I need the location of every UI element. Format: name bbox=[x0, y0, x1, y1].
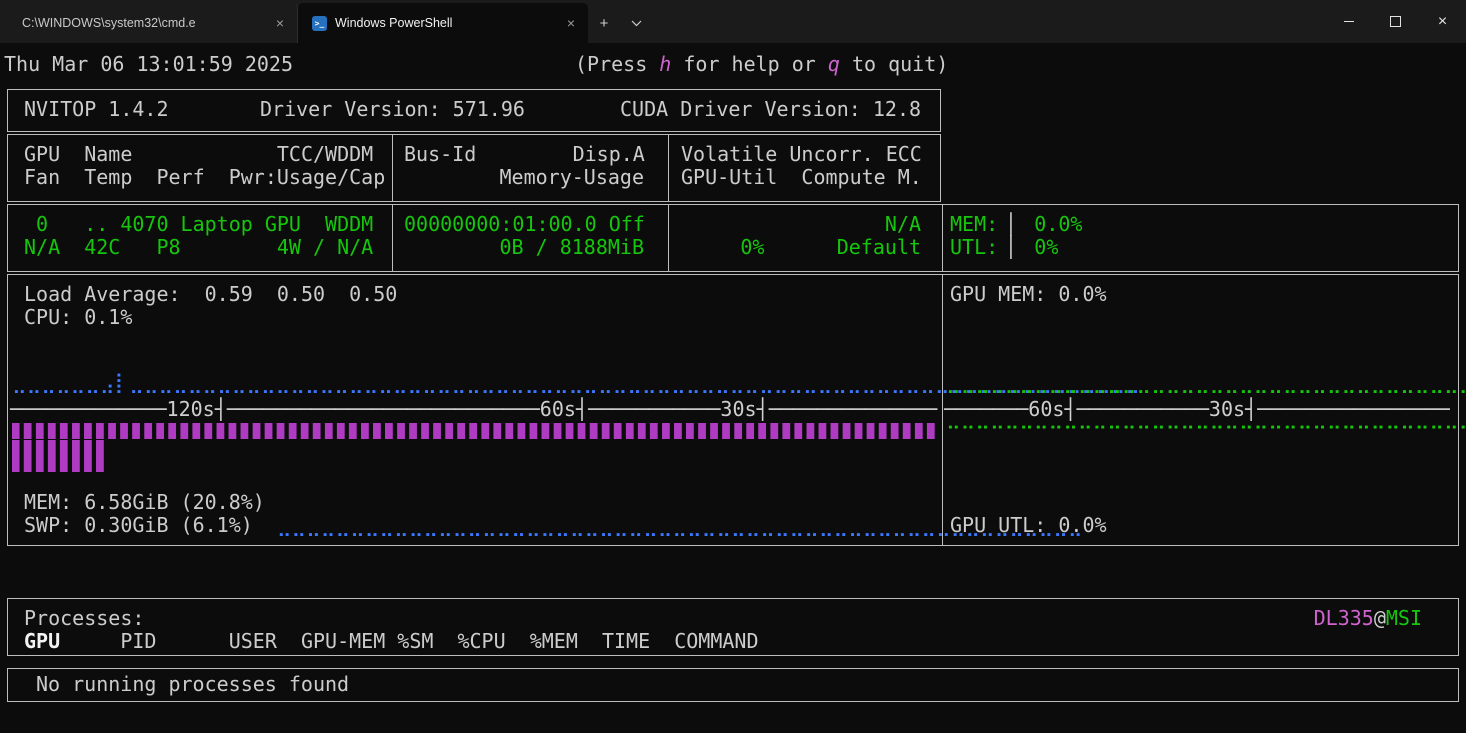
powershell-icon: >_ bbox=[312, 15, 327, 31]
gpu-header-memory: Memory-Usage bbox=[499, 165, 645, 189]
gpu-header-util: GPU-Util Compute M. bbox=[681, 165, 922, 189]
maximize-button[interactable] bbox=[1372, 0, 1419, 43]
gpu-utl-gauge-label: UTL: bbox=[950, 235, 1011, 259]
help-hint: (Press h for help or q to quit) bbox=[575, 53, 948, 76]
gpu-header-box: GPU Name TCC/WDDM Fan Temp Perf Pwr:Usag… bbox=[7, 134, 941, 202]
gpu-utl-history-graph: ⠉⠉⠉⠉⠉⠉⠉⠉⠉⠉⠉⠉⠉⠉⠉⠉⠉⠉⠉⠉⠉⠉⠉⠉⠉⠉⠉⠉⠉⠉⠉⠉⠉⠉⠉⠉⠉⠉⠉⠉… bbox=[946, 422, 1466, 446]
processes-title: Processes: bbox=[24, 606, 145, 630]
gpu-memory-value: 0B / 8188MiB bbox=[499, 235, 645, 259]
monitor-panel-box: Load Average: 0.59 0.50 0.50 CPU: 0.1% ⣀… bbox=[7, 274, 1466, 546]
window-titlebar: C:\WINDOWS\system32\cmd.e × >_ Windows P… bbox=[0, 0, 1466, 43]
gpu-fan-temp-value: N/A 42C P8 4W / N/A bbox=[24, 235, 374, 259]
gpu-mem-history-graph: ⣀⣀⣀⣀⣀⣀⣀⣀⣀⣀⣀⣀⣀⣀⣀⣀⣀⣀⣀⣀⣀⣀⣀⣀⣀⣀⣀⣀⣀⣀⣀⣀⣀⣀⣀⣀⣀⣀⣀⣀… bbox=[946, 370, 1466, 394]
mem-history-graph-row: ▋▋▋▋▋▋▋▋ bbox=[12, 440, 109, 456]
tab-powershell-label: Windows PowerShell bbox=[335, 16, 453, 30]
gpu-mem-gauge: MEM: ▏ 0.0% bbox=[950, 213, 1082, 236]
column-divider bbox=[668, 205, 669, 271]
no-processes-box: No running processes found bbox=[7, 668, 1459, 702]
new-tab-button[interactable]: + bbox=[588, 3, 620, 43]
host-label: DL335@MSI bbox=[1314, 607, 1422, 630]
gpu-mem-gauge-label: MEM: bbox=[950, 212, 1011, 236]
close-tab-icon[interactable]: × bbox=[271, 15, 289, 31]
gpu-name-value: 0 .. 4070 Laptop GPU WDDM bbox=[24, 212, 374, 236]
host-user: DL335 bbox=[1313, 606, 1374, 630]
help-pre: (Press bbox=[575, 52, 660, 76]
gpu-utl-gauge: UTL: ▏ 0% bbox=[950, 236, 1058, 259]
help-mid: for help or bbox=[671, 52, 828, 76]
processes-box: Processes: DL335@MSI GPU PID USER GPU-ME… bbox=[7, 598, 1459, 656]
help-key-q: q bbox=[827, 52, 840, 76]
time-axis-right: ───────60s┤───────────30s┤──────────────… bbox=[944, 397, 1450, 421]
gpu-util-value: 0% Default bbox=[740, 235, 921, 259]
processes-header-gpu: GPU bbox=[24, 629, 61, 653]
processes-header-rest: PID USER GPU-MEM %SM %CPU %MEM TIME COMM… bbox=[60, 629, 759, 653]
gpu-row-box: 0 .. 4070 Laptop GPU WDDM N/A 42C P8 4W … bbox=[7, 204, 1459, 272]
gpu-mem-text: GPU MEM: 0.0% bbox=[950, 282, 1107, 306]
window-controls: × bbox=[1325, 0, 1466, 43]
clock-text: Thu Mar 06 13:01:59 2025 bbox=[4, 52, 293, 76]
processes-column-header: GPU PID USER GPU-MEM %SM %CPU %MEM TIME … bbox=[24, 630, 759, 653]
cpu-usage-text: CPU: 0.1% bbox=[24, 305, 133, 329]
tab-cmd-label: C:\WINDOWS\system32\cmd.e bbox=[22, 16, 196, 30]
load-average-text: Load Average: 0.59 0.50 0.50 bbox=[24, 282, 398, 306]
tab-dropdown-button[interactable] bbox=[620, 3, 652, 43]
gpu-mem-gauge-value: 0.0% bbox=[1022, 212, 1083, 236]
terminal-screen[interactable]: Thu Mar 06 13:01:59 2025 (Press h for he… bbox=[0, 43, 1466, 733]
column-divider bbox=[392, 205, 393, 271]
time-axis-left: ─────────────120s┤──────────────────────… bbox=[10, 397, 938, 421]
maximize-icon bbox=[1390, 16, 1401, 27]
minimize-icon bbox=[1343, 21, 1354, 22]
chevron-down-icon bbox=[631, 20, 641, 26]
swp-usage-line: SWP: 0.30GiB (6.1%) ⣀⣀⣀⣀⣀⣀⣀⣀⣀⣀⣀⣀⣀⣀⣀⣀⣀⣀⣀⣀… bbox=[24, 514, 1083, 537]
nvitop-version: NVITOP 1.4.2 bbox=[24, 97, 169, 121]
help-key-h: h bbox=[659, 52, 672, 76]
column-divider bbox=[392, 135, 393, 201]
no-processes-message: No running processes found bbox=[36, 672, 350, 696]
column-divider bbox=[942, 205, 943, 271]
gauge-bar-icon: ▏ bbox=[1010, 235, 1023, 259]
host-machine: MSI bbox=[1385, 606, 1422, 630]
help-post: to quit) bbox=[839, 52, 949, 76]
driver-version: Driver Version: 571.96 bbox=[260, 97, 525, 121]
close-window-button[interactable]: × bbox=[1419, 0, 1466, 43]
mem-history-graph-row: ▋▋▋▋▋▋▋▋▋▋▋▋▋▋▋▋▋▋▋▋▋▋▋▋▋▋▋▋▋▋▋▋▋▋▋▋▋▋▋▋… bbox=[12, 423, 940, 439]
tab-powershell[interactable]: >_ Windows PowerShell × bbox=[298, 3, 588, 43]
gpu-header-fan: Fan Temp Perf Pwr:Usage/Cap bbox=[24, 165, 386, 189]
gpu-header-ecc: Volatile Uncorr. ECC bbox=[681, 142, 922, 166]
cuda-version: CUDA Driver Version: 12.8 bbox=[620, 97, 922, 121]
minimize-button[interactable] bbox=[1325, 0, 1372, 43]
mem-usage-text: MEM: 6.58GiB (20.8%) bbox=[24, 490, 265, 514]
tab-cmd[interactable]: C:\WINDOWS\system32\cmd.e × bbox=[8, 3, 298, 43]
gpu-utl-gauge-value: 0% bbox=[1022, 235, 1059, 259]
gpu-ecc-value: N/A bbox=[884, 212, 921, 236]
gpu-busid-value: 00000000:01:00.0 Off bbox=[404, 212, 645, 236]
gpu-header-name: GPU Name TCC/WDDM bbox=[24, 142, 374, 166]
column-divider bbox=[668, 135, 669, 201]
close-tab-icon[interactable]: × bbox=[562, 15, 580, 31]
terminal-window: C:\WINDOWS\system32\cmd.e × >_ Windows P… bbox=[0, 0, 1466, 733]
panel-divider bbox=[942, 275, 943, 545]
gauge-bar-icon: ▏ bbox=[1010, 212, 1023, 236]
mem-history-graph-row: ▋▋▋▋▋▋▋▋ bbox=[12, 456, 109, 472]
gpu-utl-text: GPU UTL: 0.0% bbox=[950, 513, 1107, 537]
gpu-header-busid: Bus-Id Disp.A bbox=[404, 142, 645, 166]
nvitop-info-box: NVITOP 1.4.2 Driver Version: 571.96 CUDA… bbox=[7, 89, 941, 132]
titlebar-drag-region[interactable] bbox=[652, 0, 1325, 43]
host-at: @ bbox=[1373, 606, 1386, 630]
swp-usage-text: SWP: 0.30GiB (6.1%) bbox=[24, 513, 253, 537]
